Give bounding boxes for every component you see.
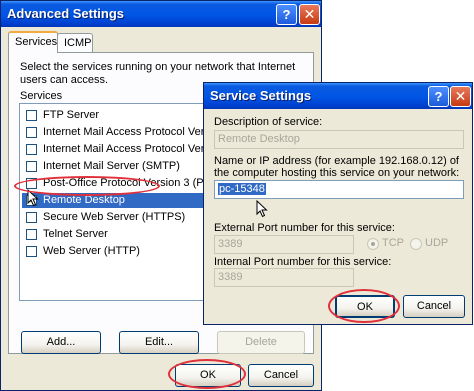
service-close-button[interactable]: ✕ bbox=[450, 86, 471, 107]
external-port-label: External Port number for this service: bbox=[214, 222, 395, 234]
cancel-button[interactable]: Cancel bbox=[248, 364, 314, 387]
advanced-settings-title: Advanced Settings bbox=[7, 6, 125, 21]
tab-icmp-label: ICMP bbox=[64, 37, 92, 49]
services-label: Services bbox=[20, 90, 63, 102]
service-settings-dialog: Service Settings ? ✕ Description of serv… bbox=[203, 82, 473, 325]
service-label: Post-Office Protocol Version 3 (POP3) bbox=[43, 177, 230, 189]
service-help-button[interactable]: ? bbox=[428, 86, 449, 107]
checkbox[interactable] bbox=[26, 229, 37, 240]
udp-label: UDP bbox=[425, 237, 449, 249]
internal-port-value: 3389 bbox=[218, 271, 243, 283]
add-button[interactable]: Add... bbox=[21, 331, 101, 354]
service-label: FTP Server bbox=[43, 109, 100, 121]
tab-services-label: Services bbox=[15, 36, 58, 48]
checkbox[interactable] bbox=[26, 246, 37, 257]
help-button[interactable]: ? bbox=[276, 4, 297, 25]
udp-radio[interactable] bbox=[410, 238, 422, 250]
edit-button[interactable]: Edit... bbox=[119, 331, 199, 354]
checkbox[interactable] bbox=[26, 127, 37, 138]
service-label: Internet Mail Server (SMTP) bbox=[43, 160, 180, 172]
tcp-radio[interactable] bbox=[367, 238, 379, 250]
service-cancel-button[interactable]: Cancel bbox=[403, 295, 465, 318]
checkbox[interactable] bbox=[26, 178, 37, 189]
mouse-pointer-icon bbox=[27, 189, 39, 207]
close-button[interactable]: ✕ bbox=[299, 4, 320, 25]
advanced-settings-titlebar[interactable]: Advanced Settings bbox=[1, 1, 321, 27]
external-port-field[interactable]: 3389 bbox=[214, 235, 354, 254]
radio-dot bbox=[371, 242, 375, 246]
delete-button[interactable]: Delete bbox=[217, 331, 305, 354]
checkbox[interactable] bbox=[26, 144, 37, 155]
checkbox[interactable] bbox=[26, 212, 37, 223]
internal-port-label: Internal Port number for this service: bbox=[214, 256, 392, 268]
service-label: Secure Web Server (HTTPS) bbox=[43, 211, 186, 223]
tab-services[interactable]: Services bbox=[8, 31, 58, 53]
internal-port-field[interactable]: 3389 bbox=[214, 268, 354, 287]
tcp-label: TCP bbox=[382, 237, 404, 249]
description-label: Description of service: bbox=[214, 116, 323, 128]
checkbox[interactable] bbox=[26, 110, 37, 121]
service-label: Remote Desktop bbox=[43, 194, 125, 206]
ok-button[interactable]: OK bbox=[175, 364, 241, 387]
host-label: Name or IP address (for example 192.168.… bbox=[214, 155, 460, 179]
mouse-pointer-icon bbox=[256, 200, 268, 218]
service-label: Telnet Server bbox=[43, 228, 108, 240]
tab-icmp[interactable]: ICMP bbox=[57, 33, 93, 53]
external-port-value: 3389 bbox=[218, 238, 243, 250]
service-label: Web Server (HTTP) bbox=[43, 245, 140, 257]
host-value: pc-15348 bbox=[218, 183, 266, 195]
checkbox[interactable] bbox=[26, 161, 37, 172]
description-value: Remote Desktop bbox=[218, 133, 300, 145]
service-ok-button[interactable]: OK bbox=[335, 295, 395, 318]
description-field[interactable]: Remote Desktop bbox=[214, 130, 464, 149]
host-input[interactable]: pc-15348 bbox=[214, 180, 464, 199]
service-settings-title: Service Settings bbox=[210, 88, 312, 103]
